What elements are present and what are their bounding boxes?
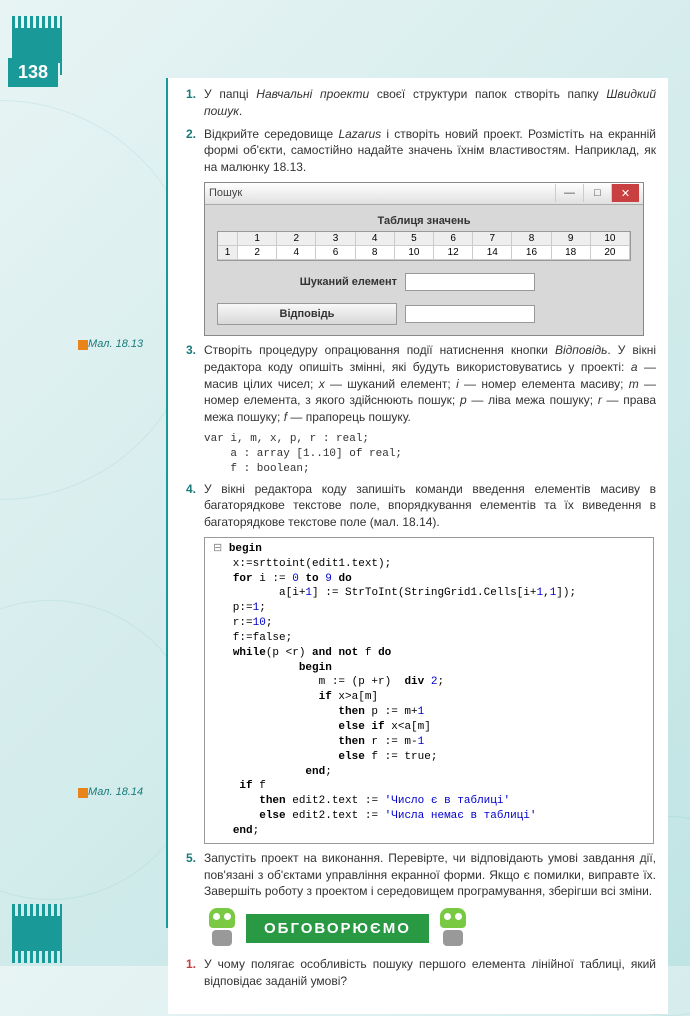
list-item: 3. Створіть процедуру опрацювання події … bbox=[180, 342, 656, 426]
close-icon[interactable]: ✕ bbox=[611, 184, 639, 202]
list-item: 2. Відкрийте середовище Lazarus і створі… bbox=[180, 126, 656, 176]
minimize-icon[interactable]: — bbox=[555, 184, 583, 202]
figure-label-1: Мал. 18.13 bbox=[88, 338, 143, 350]
item-text: У папці Навчальні проекти своєї структур… bbox=[204, 86, 656, 120]
item-number: 2. bbox=[180, 126, 204, 176]
discussion-question: 1. У чому полягає особливість пошуку пер… bbox=[180, 956, 656, 990]
list-item: 4. У вікні редактора коду запишіть коман… bbox=[180, 481, 656, 531]
code-editor-screenshot: ⊟ begin x:=srttoint(edit1.text); for i :… bbox=[204, 537, 654, 844]
item-text: Запустіть проект на виконання. Перевірте… bbox=[204, 850, 656, 900]
window-titlebar: Пошук — □ ✕ bbox=[205, 183, 643, 205]
banner-title: ОБГОВОРЮЄМО bbox=[246, 914, 429, 943]
page-number: 138 bbox=[8, 58, 58, 87]
item-number: 4. bbox=[180, 481, 204, 531]
figure-marker-1 bbox=[78, 340, 88, 350]
answer-button[interactable]: Відповідь bbox=[217, 303, 397, 325]
lazarus-form-screenshot: Пошук — □ ✕ Таблиця значень 12345678910 … bbox=[204, 182, 644, 336]
string-grid[interactable]: 12345678910 1 2468101214161820 bbox=[217, 231, 631, 261]
item-number: 1. bbox=[180, 86, 204, 120]
table-label: Таблиця значень bbox=[217, 215, 631, 227]
question-text: У чому полягає особливість пошуку першог… bbox=[204, 956, 656, 990]
discuss-banner: ОБГОВОРЮЄМО bbox=[204, 908, 656, 948]
window-title: Пошук bbox=[209, 187, 242, 199]
list-item: 1. У папці Навчальні проекти своєї струк… bbox=[180, 86, 656, 120]
question-number: 1. bbox=[180, 956, 204, 990]
figure-label-2: Мал. 18.14 bbox=[88, 786, 143, 798]
code-declarations: var i, m, x, p, r : real; a : array [1..… bbox=[204, 432, 656, 477]
page-decoration-chip-bottom bbox=[12, 916, 62, 951]
search-label: Шуканий елемент bbox=[217, 276, 397, 288]
item-text: У вікні редактора коду запишіть команди … bbox=[204, 481, 656, 531]
item-text: Відкрийте середовище Lazarus і створіть … bbox=[204, 126, 656, 176]
list-item: 5. Запустіть проект на виконання. Переві… bbox=[180, 850, 656, 900]
search-input[interactable] bbox=[405, 273, 535, 291]
robot-icon bbox=[204, 908, 240, 948]
answer-output[interactable] bbox=[405, 305, 535, 323]
robot-icon bbox=[435, 908, 471, 948]
page-content: 1. У папці Навчальні проекти своєї струк… bbox=[168, 78, 668, 1014]
item-number: 5. bbox=[180, 850, 204, 900]
maximize-icon[interactable]: □ bbox=[583, 184, 611, 202]
item-text: Створіть процедуру опрацювання події нат… bbox=[204, 342, 656, 426]
figure-marker-2 bbox=[78, 788, 88, 798]
item-number: 3. bbox=[180, 342, 204, 426]
